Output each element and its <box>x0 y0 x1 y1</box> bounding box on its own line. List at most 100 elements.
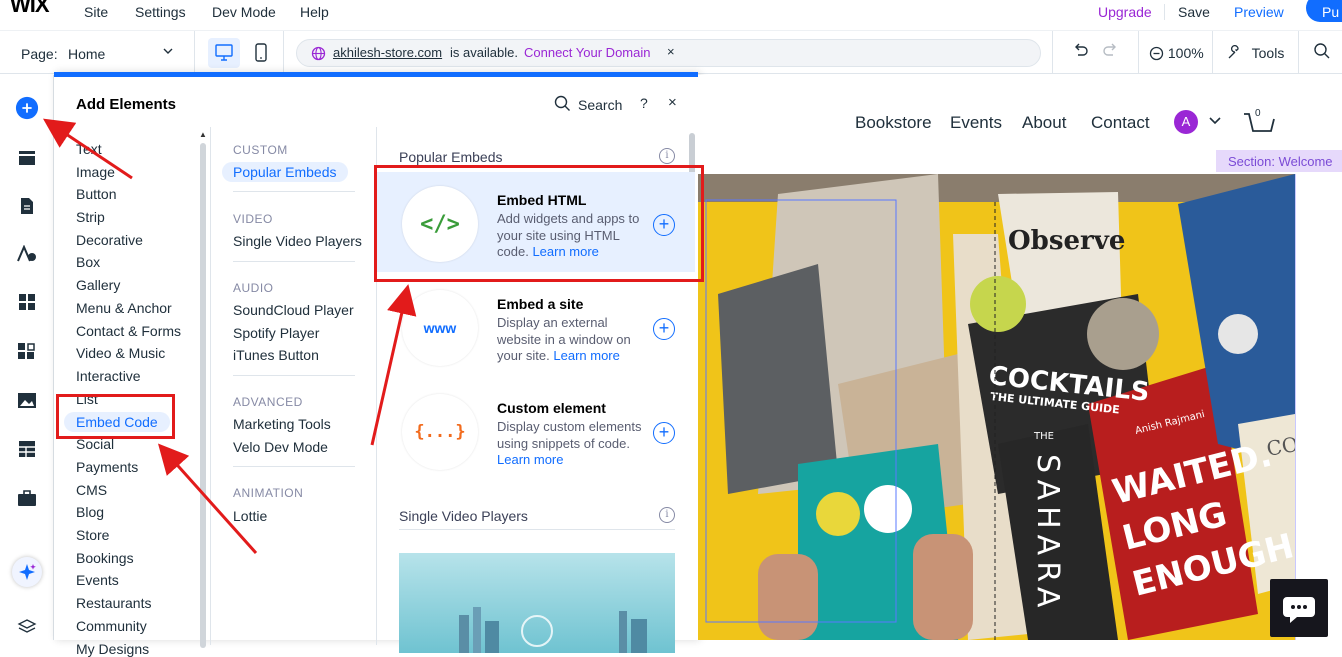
puzzle-icon <box>18 343 35 359</box>
panel-header: Add Elements Search ? × <box>54 77 698 127</box>
add-elements-panel: Add Elements Search ? × ▲ Text Image Butto… <box>54 72 698 657</box>
nav-contact[interactable]: Contact <box>1091 113 1150 133</box>
section-title: Single Video Players <box>399 508 528 524</box>
category-store[interactable]: Store <box>76 527 109 543</box>
book-title-observe: Observe <box>1008 226 1125 256</box>
category-restaurants[interactable]: Restaurants <box>76 595 151 611</box>
desktop-view-button[interactable] <box>208 38 240 68</box>
menu-settings[interactable]: Settings <box>135 4 186 20</box>
panel-search-button[interactable]: Search <box>578 97 622 113</box>
subitem-soundcloud-player[interactable]: SoundCloud Player <box>233 302 354 318</box>
subitem-spotify-player[interactable]: Spotify Player <box>233 325 319 341</box>
theme-button[interactable] <box>15 242 39 266</box>
info-icon[interactable]: i <box>659 148 675 164</box>
info-icon[interactable]: i <box>659 507 675 523</box>
editor-toolbar: Page: Home akhilesh-store.com is availab… <box>0 30 1342 74</box>
chevron-down-icon[interactable] <box>162 44 174 60</box>
category-bookings[interactable]: Bookings <box>76 550 134 566</box>
category-payments[interactable]: Payments <box>76 459 138 475</box>
video-player-thumbnail[interactable] <box>399 553 675 653</box>
cms-button[interactable] <box>15 437 39 461</box>
plus-circle-icon <box>15 96 39 120</box>
category-menu-anchor[interactable]: Menu & Anchor <box>76 300 172 316</box>
sections-button[interactable] <box>15 146 39 170</box>
connect-domain-link[interactable]: Connect Your Domain <box>524 45 650 60</box>
layers-button[interactable] <box>15 615 39 639</box>
nav-about[interactable]: About <box>1022 113 1066 133</box>
preview-button[interactable]: Preview <box>1234 4 1284 20</box>
domain-name[interactable]: akhilesh-store.com <box>333 45 442 60</box>
category-my-designs[interactable]: My Designs <box>76 641 149 657</box>
wix-logo[interactable]: WIX <box>10 0 50 18</box>
upgrade-link[interactable]: Upgrade <box>1098 4 1152 20</box>
media-button[interactable] <box>15 388 39 412</box>
category-scrollbar[interactable] <box>200 143 206 648</box>
play-icon[interactable] <box>521 615 553 647</box>
nav-bookstore[interactable]: Bookstore <box>855 113 932 133</box>
add-icon[interactable]: + <box>653 422 675 444</box>
section-title: Popular Embeds <box>399 149 503 165</box>
menu-site[interactable]: Site <box>84 4 108 20</box>
scroll-up-arrow[interactable]: ▲ <box>199 130 207 139</box>
help-icon[interactable]: ? <box>640 95 648 111</box>
annotation-box-embed-code <box>56 394 175 439</box>
category-contact-forms[interactable]: Contact & Forms <box>76 323 181 339</box>
publish-button[interactable]: Pu <box>1306 0 1342 22</box>
section-border <box>1295 174 1296 640</box>
mobile-view-button[interactable] <box>250 38 272 68</box>
category-strip[interactable]: Strip <box>76 209 105 225</box>
menu-help[interactable]: Help <box>300 4 329 20</box>
learn-more-link[interactable]: Learn more <box>497 452 563 467</box>
card-description: Display an external website in a window … <box>497 315 631 363</box>
category-text[interactable]: Text <box>76 141 102 157</box>
close-icon[interactable]: × <box>667 44 675 59</box>
page-selector[interactable]: Home <box>68 46 105 62</box>
undo-icon[interactable] <box>1072 42 1090 65</box>
annotation-box-embed-html <box>374 165 704 282</box>
redo-icon[interactable] <box>1101 42 1119 65</box>
subitem-velo-dev-mode[interactable]: Velo Dev Mode <box>233 439 328 455</box>
subitem-single-video-players[interactable]: Single Video Players <box>233 233 362 249</box>
mobile-icon <box>255 43 267 62</box>
apps-button[interactable] <box>15 290 39 314</box>
embed-site-card[interactable]: www Embed a site Display an external web… <box>377 276 695 376</box>
category-interactive[interactable]: Interactive <box>76 368 141 384</box>
book-title-sahara: SAHARA <box>1030 454 1065 613</box>
category-events[interactable]: Events <box>76 572 119 588</box>
search-icon[interactable] <box>1313 42 1331 65</box>
nav-events[interactable]: Events <box>950 113 1002 133</box>
category-community[interactable]: Community <box>76 618 147 634</box>
category-decorative[interactable]: Decorative <box>76 232 143 248</box>
custom-element-card[interactable]: {...} Custom element Display custom elem… <box>377 380 695 480</box>
add-elements-button[interactable] <box>15 96 39 120</box>
category-cms[interactable]: CMS <box>76 482 107 498</box>
tools-button[interactable]: Tools <box>1226 44 1284 61</box>
chevron-down-icon[interactable] <box>1208 113 1222 129</box>
add-icon[interactable]: + <box>653 318 675 340</box>
pages-button[interactable] <box>15 194 39 218</box>
subgroup-heading: ANIMATION <box>233 486 304 500</box>
zoom-control[interactable]: 100% <box>1149 45 1204 61</box>
subitem-marketing-tools[interactable]: Marketing Tools <box>233 416 331 432</box>
menu-dev-mode[interactable]: Dev Mode <box>212 4 276 20</box>
category-button[interactable]: Button <box>76 186 116 202</box>
search-icon[interactable] <box>554 95 571 117</box>
learn-more-link[interactable]: Learn more <box>553 348 619 363</box>
category-gallery[interactable]: Gallery <box>76 277 120 293</box>
business-apps-button[interactable] <box>15 339 39 363</box>
category-video-music[interactable]: Video & Music <box>76 345 165 361</box>
avatar[interactable]: A <box>1174 110 1198 134</box>
close-icon[interactable]: × <box>668 94 677 111</box>
category-box[interactable]: Box <box>76 254 100 270</box>
portfolio-button[interactable] <box>15 486 39 510</box>
ai-assistant-button[interactable] <box>12 557 42 587</box>
subitem-lottie[interactable]: Lottie <box>233 508 267 524</box>
subitem-popular-embeds[interactable]: Popular Embeds <box>222 162 348 182</box>
chat-button[interactable] <box>1270 579 1328 637</box>
top-menu-bar: WIX Site Settings Dev Mode Help Upgrade … <box>0 0 1342 28</box>
save-button[interactable]: Save <box>1178 4 1210 20</box>
category-image[interactable]: Image <box>76 164 115 180</box>
subitem-itunes-button[interactable]: iTunes Button <box>233 347 319 363</box>
category-blog[interactable]: Blog <box>76 504 104 520</box>
hero-image[interactable]: Observe COCKTAILS THE ULTIMATE GUIDE THE… <box>698 174 1295 640</box>
